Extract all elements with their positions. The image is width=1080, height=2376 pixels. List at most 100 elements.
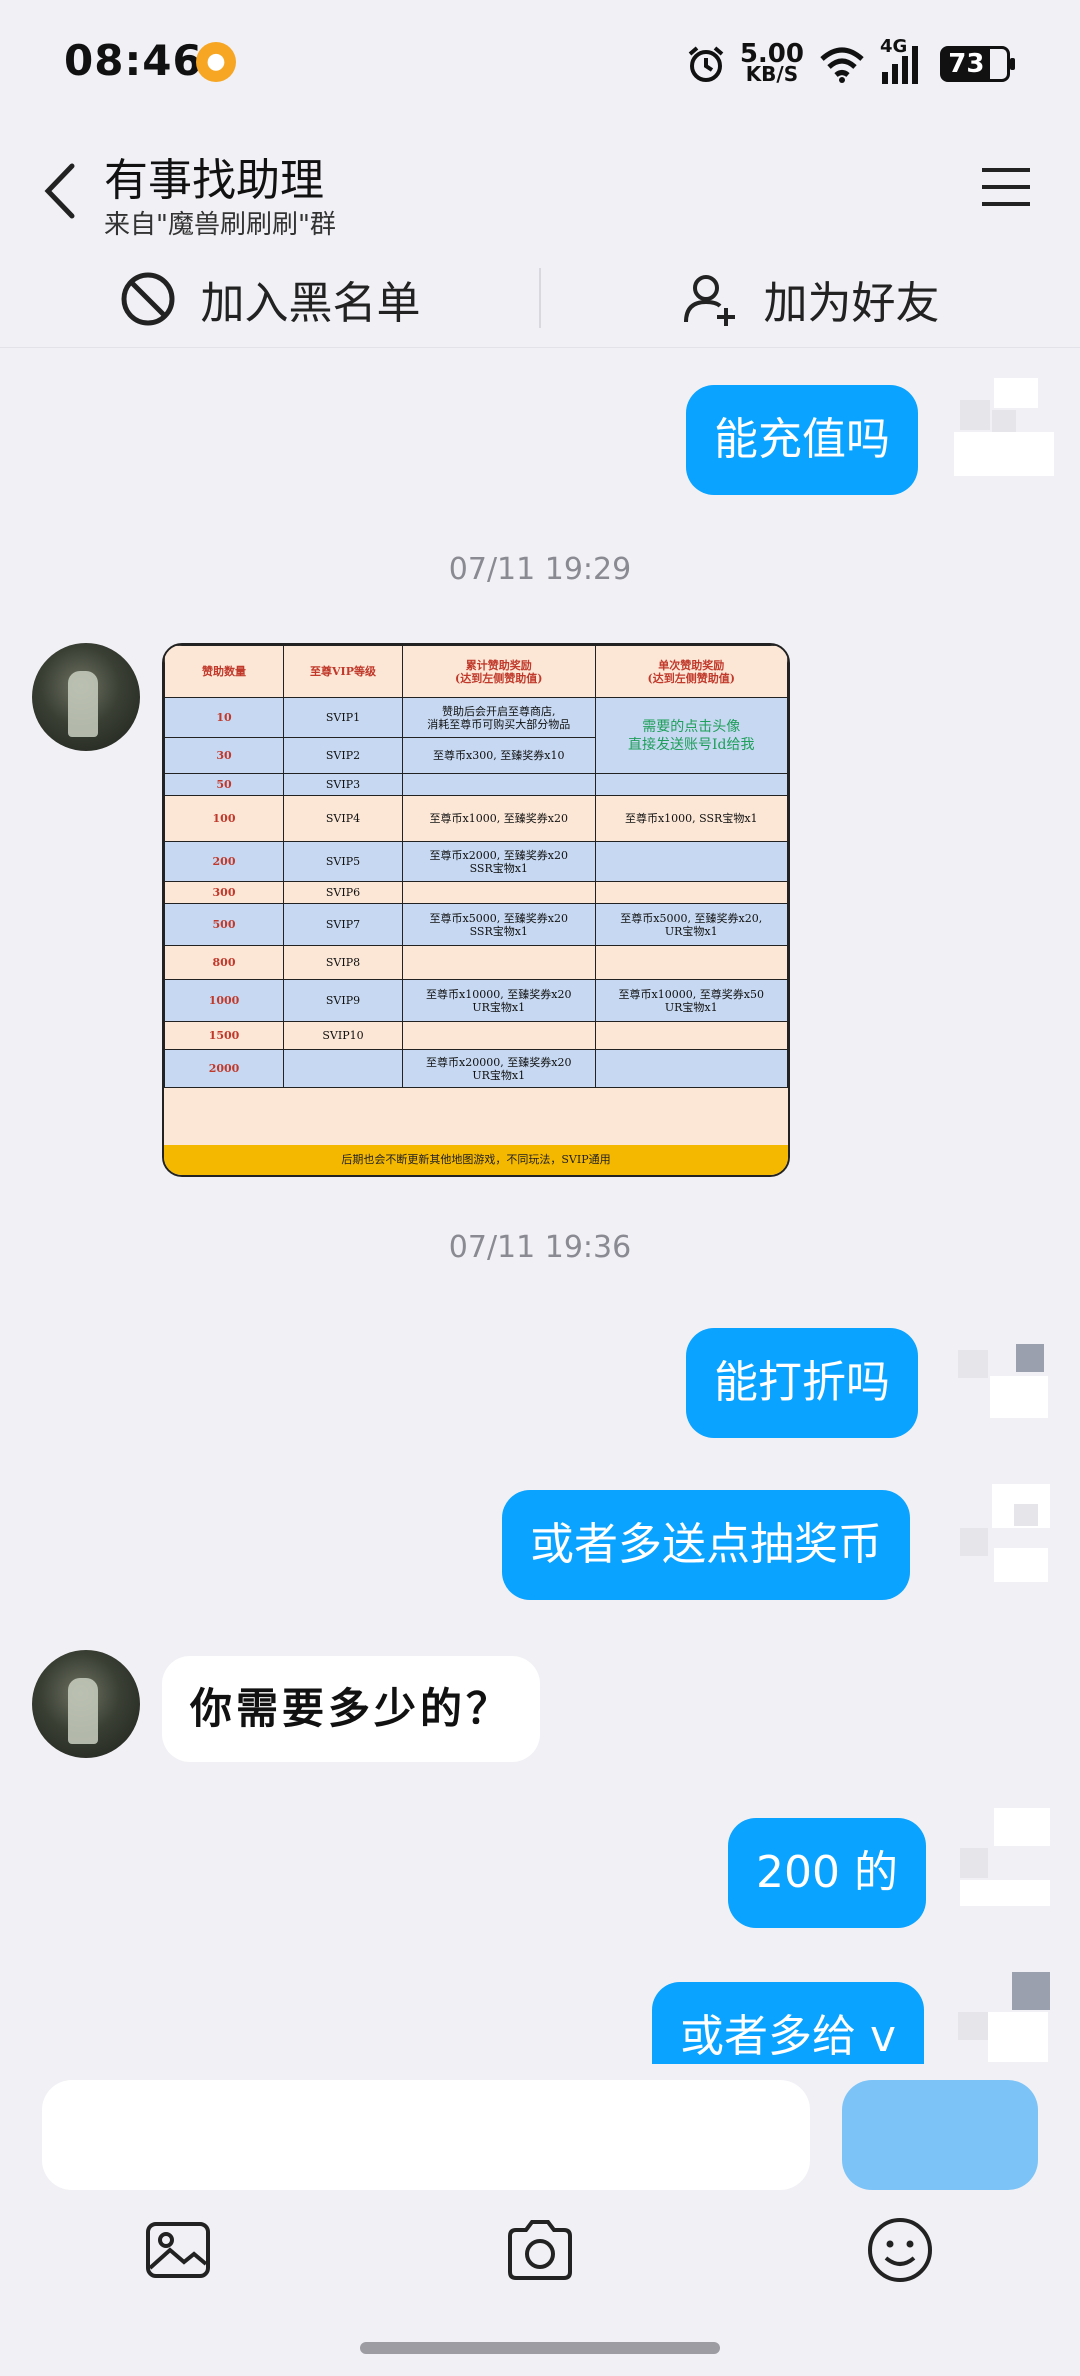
reward-cell: 至尊币x1000, SSR宝物x1 xyxy=(594,795,788,842)
sponsorship-table: 赞助数量 至尊VIP等级 累计赞助奖励 (达到左侧赞助值) 单次赞助奖励 (达到… xyxy=(164,645,788,1088)
home-indicator[interactable] xyxy=(360,2342,720,2354)
table-row: 50 SVIP3 xyxy=(164,773,788,796)
sponsor-amount-cell: 500 xyxy=(164,903,284,946)
vip-level-cell: SVIP7 xyxy=(283,903,403,946)
sponsor-amount-cell: 800 xyxy=(164,945,284,980)
table-header: 至尊VIP等级 xyxy=(283,645,403,698)
vip-level-cell: SVIP6 xyxy=(283,881,403,904)
table-row: 300 SVIP6 xyxy=(164,881,788,904)
vip-level-cell: SVIP8 xyxy=(283,945,403,980)
battery-icon: 73 xyxy=(940,46,1015,82)
self-avatar[interactable] xyxy=(954,1972,1054,2072)
block-label: 加入黑名单 xyxy=(200,278,421,329)
reward-cell: 至尊币x1000, 至臻奖券x20 xyxy=(402,795,596,842)
reward-cell xyxy=(402,773,596,796)
sponsor-amount-cell: 300 xyxy=(164,881,284,904)
table-row: 10 SVIP1 赞助后会开启至尊商店, 消耗至尊币可购买大部分物品 需要的点击头像 … xyxy=(164,697,788,774)
sponsor-amount-cell: 100 xyxy=(164,795,284,842)
status-indicators: 5.00 KB/S 4G 73 xyxy=(686,36,1015,88)
reward-cell: 至尊币x10000, 至尊奖券x50 UR宝物x1 xyxy=(594,979,788,1022)
cellular-signal: 4G xyxy=(880,36,926,86)
reward-cell xyxy=(594,773,788,796)
reward-cell: 至尊币x5000, 至臻奖券x20 SSR宝物x1 xyxy=(402,903,596,946)
self-avatar[interactable] xyxy=(954,1484,1054,1584)
message-bubble-outgoing[interactable]: 或者多送点抽奖币 xyxy=(502,1490,910,1600)
table-row: 1000 SVIP9 至尊币x10000, 至臻奖券x20 UR宝物x1 至尊币x10… xyxy=(164,979,788,1022)
vip-level-cell: SVIP2 xyxy=(283,737,403,774)
add-user-icon xyxy=(683,275,735,326)
speed-value: 5.00 xyxy=(739,39,804,69)
emoji-icon[interactable] xyxy=(864,2214,936,2286)
add-friend-label: 加为好友 xyxy=(763,278,940,329)
table-row: 500 SVIP7 至尊币x5000, 至臻奖券x20 SSR宝物x1 至尊币x500… xyxy=(164,903,788,946)
reward-cell xyxy=(402,881,596,904)
app-notification-icon: ● xyxy=(196,42,236,82)
chat-header: 有事找助理 来自"魔兽刷刷刷"群 xyxy=(0,130,1080,250)
reward-cell: 至尊币x5000, 至臻奖券x20, UR宝物x1 xyxy=(594,903,788,946)
menu-icon[interactable] xyxy=(980,164,1032,210)
sponsor-amount-cell: 10 xyxy=(164,697,284,738)
sponsor-amount-cell: 1000 xyxy=(164,979,284,1022)
message-bubble-outgoing[interactable]: 能充值吗 xyxy=(686,385,918,495)
vip-level-cell: SVIP5 xyxy=(283,841,403,882)
action-bar: 加入黑名单 加为好友 xyxy=(0,250,1080,348)
battery-level: 73 xyxy=(943,49,990,79)
table-row: 800 SVIP8 xyxy=(164,945,788,980)
vip-level-cell: SVIP1 xyxy=(283,697,403,738)
sponsorship-table-image[interactable]: 赞助数量 至尊VIP等级 累计赞助奖励 (达到左侧赞助值) 单次赞助奖励 (达到… xyxy=(162,643,790,1177)
message-input[interactable] xyxy=(42,2080,810,2190)
timestamp: 07/11 19:29 xyxy=(448,552,632,587)
table-row: 2000 至尊币x20000, 至臻奖券x20 UR宝物x1 xyxy=(164,1049,788,1088)
reward-cell: 至尊币x20000, 至臻奖券x20 UR宝物x1 xyxy=(402,1049,596,1088)
status-time: 08:46 xyxy=(64,36,203,85)
camera-icon[interactable] xyxy=(504,2214,576,2286)
block-button[interactable]: 加入黑名单 xyxy=(0,250,539,348)
reward-cell: 至尊币x10000, 至臻奖券x20 UR宝物x1 xyxy=(402,979,596,1022)
add-friend-button[interactable]: 加为好友 xyxy=(541,250,1080,348)
self-avatar[interactable] xyxy=(954,378,1054,478)
sponsor-amount-cell: 50 xyxy=(164,773,284,796)
image-icon[interactable] xyxy=(142,2214,214,2286)
timestamp: 07/11 19:36 xyxy=(448,1230,632,1265)
vip-level-cell: SVIP4 xyxy=(283,795,403,842)
reward-cell xyxy=(594,841,788,882)
message-bubble-incoming[interactable]: 你需要多少的？ xyxy=(162,1656,541,1762)
vip-level-cell: SVIP3 xyxy=(283,773,403,796)
message-bubble-outgoing[interactable]: 200 的 xyxy=(728,1818,926,1928)
self-avatar[interactable] xyxy=(954,1320,1054,1420)
reward-cell xyxy=(594,1049,788,1088)
block-icon xyxy=(121,272,174,326)
reward-cell xyxy=(594,881,788,904)
wifi-icon xyxy=(820,47,864,83)
reward-cell: 至尊币x300, 至臻奖券x10 xyxy=(402,737,596,774)
sponsor-amount-cell: 200 xyxy=(164,841,284,882)
reward-cell: 至尊币x2000, 至臻奖券x20 SSR宝物x1 xyxy=(402,841,596,882)
chat-title: 有事找助理 xyxy=(104,155,324,206)
contact-avatar[interactable] xyxy=(32,1650,140,1758)
table-row: 100 SVIP4 至尊币x1000, 至臻奖券x20 至尊币x1000, SSR宝物… xyxy=(164,795,788,842)
table-note: 需要的点击头像 直接发送账号Id给我 xyxy=(594,697,788,774)
table-footer: 后期也会不断更新其他地图游戏，不同玩法，SVIP通用 xyxy=(164,1145,788,1175)
table-header: 赞助数量 xyxy=(164,645,284,698)
table-row: 200 SVIP5 至尊币x2000, 至臻奖券x20 SSR宝物x1 xyxy=(164,841,788,882)
back-arrow-icon[interactable] xyxy=(36,156,86,226)
table-row: 1500 SVIP10 xyxy=(164,1021,788,1050)
contact-avatar[interactable] xyxy=(32,643,140,751)
reward-cell xyxy=(402,1021,596,1050)
sponsor-amount-cell: 2000 xyxy=(164,1049,284,1088)
signal-icon xyxy=(882,46,918,84)
table-header-row: 赞助数量 至尊VIP等级 累计赞助奖励 (达到左侧赞助值) 单次赞助奖励 (达到… xyxy=(164,645,788,698)
message-bubble-outgoing[interactable]: 能打折吗 xyxy=(686,1328,918,1438)
alarm-icon xyxy=(688,46,724,82)
table-header: 累计赞助奖励 (达到左侧赞助值) xyxy=(402,645,596,698)
status-bar: 08:46 ● 5.00 KB/S 4G 73 xyxy=(0,0,1080,130)
vip-level-cell: SVIP9 xyxy=(283,979,403,1022)
self-avatar[interactable] xyxy=(954,1808,1054,1908)
reward-cell: 赞助后会开启至尊商店, 消耗至尊币可购买大部分物品 xyxy=(402,697,596,738)
reward-cell xyxy=(402,945,596,980)
vip-level-cell: SVIP10 xyxy=(283,1021,403,1050)
send-button[interactable] xyxy=(842,2080,1038,2190)
sponsor-amount-cell: 30 xyxy=(164,737,284,774)
network-speed: 5.00 KB/S xyxy=(739,39,804,84)
reward-cell xyxy=(594,1021,788,1050)
